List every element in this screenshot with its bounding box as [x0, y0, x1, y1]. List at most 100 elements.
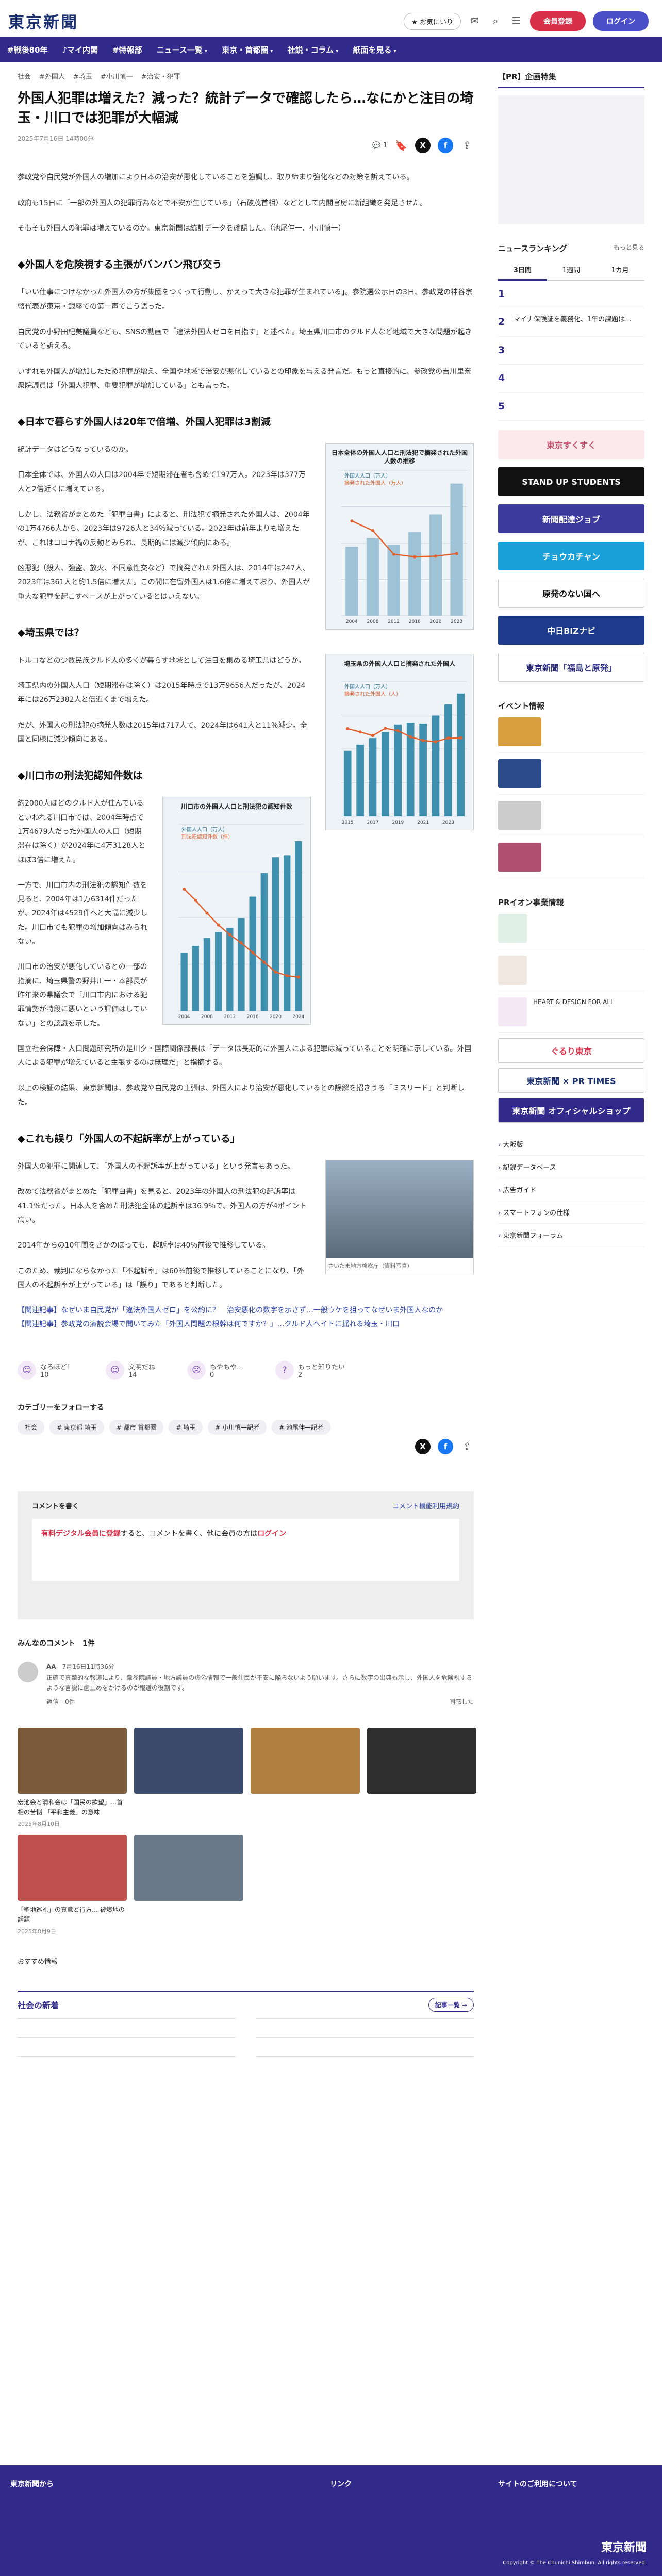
related-link[interactable]: 【関連記事】なぜいま自民党が「違法外国人ゼロ」を公約に？ 治安悪化の数字を示さず… [18, 1304, 474, 1318]
comment-user: AA [46, 1663, 56, 1671]
article-card[interactable] [251, 1727, 360, 1828]
side-link[interactable]: 東京新聞フォーラム [498, 1224, 644, 1247]
tag[interactable]: #治安・犯罪 [141, 71, 180, 81]
side-banner[interactable]: 東京すくすく [498, 430, 644, 460]
event-item[interactable] [498, 711, 644, 753]
small-banner[interactable]: ぐるり東京 [498, 1038, 644, 1063]
event-item[interactable] [498, 753, 644, 795]
side-link[interactable]: 広告ガイド [498, 1178, 644, 1202]
side-banner[interactable]: 東京新聞「福島と原発」 [498, 653, 644, 682]
pr-item[interactable]: HEART & DESIGN FOR ALL [498, 991, 644, 1033]
social-item[interactable] [256, 2056, 474, 2075]
reaction-item[interactable]: ☹ もやもや… 0 [187, 1361, 243, 1380]
category-tags: 社会 # 東京都 埼玉 # 都市 首都圏 # 埼玉 # 小川慎一記者 # 池尾伸… [18, 1420, 474, 1435]
comment-like[interactable]: 同感した [449, 1697, 474, 1707]
ranking-item[interactable]: 1 [498, 281, 644, 309]
ranking-number: 2 [498, 316, 505, 328]
event-list [498, 711, 644, 879]
comment-login-link[interactable]: ログイン [257, 1530, 286, 1538]
comment-terms-link[interactable]: コメント機能利用規約 [392, 1501, 459, 1511]
related-link[interactable]: 【関連記事】参政党の演説会場で聞いてみた「外国人問題の根幹は何ですか？」…クルド… [18, 1318, 474, 1332]
ranking-item[interactable]: 2 マイナ保険証を義務化、1年の課題は… [498, 308, 644, 337]
social-item[interactable] [256, 2017, 474, 2037]
reaction-item[interactable]: ? もっと知りたい 2 [275, 1361, 345, 1380]
ranking-more-link[interactable]: もっと見る [614, 243, 644, 254]
nav-item-paper[interactable]: 紙面を見る [353, 44, 396, 55]
article-card[interactable]: 「聖地巡礼」の真意と行方… 被爆地の話題 2025年8月9日 [18, 1835, 127, 1935]
ranking-item[interactable]: 5 [498, 393, 644, 421]
comment-reply[interactable]: 返信 0件 [46, 1697, 75, 1707]
reaction-item[interactable]: ☺ なるほど！ 10 [18, 1361, 74, 1380]
nav-item-cabinet[interactable]: ♪マイ内閣 [62, 44, 98, 55]
ranking-item[interactable]: 4 [498, 365, 644, 393]
category-tag[interactable]: # 都市 首都圏 [109, 1420, 164, 1435]
nav-item-news[interactable]: ニュース一覧 [157, 44, 208, 55]
avatar [18, 1662, 38, 1683]
menu-icon[interactable]: ☰ [509, 14, 523, 28]
event-item[interactable] [498, 795, 644, 837]
nav-item-column[interactable]: 社説・コラム [288, 44, 339, 55]
tab-1month[interactable]: 1カ月 [595, 260, 645, 281]
category-tag[interactable]: # 池尾伸一記者 [272, 1420, 331, 1435]
category-tag[interactable]: # 埼玉 [169, 1420, 203, 1435]
event-item[interactable] [498, 836, 644, 879]
small-banner[interactable]: 東京新聞 × PR TIMES [498, 1068, 644, 1093]
pr-item[interactable] [498, 908, 644, 950]
category-tag[interactable]: # 小川慎一記者 [208, 1420, 267, 1435]
tab-3days[interactable]: 3日間 [498, 260, 547, 281]
tag[interactable]: #小川慎一 [101, 71, 133, 81]
share-facebook-button[interactable]: f [438, 1439, 453, 1455]
tag[interactable]: #埼玉 [73, 71, 92, 81]
tab-1week[interactable]: 1週間 [547, 260, 596, 281]
article-card[interactable] [367, 1727, 476, 1828]
pr-item[interactable] [498, 949, 644, 992]
comment-count[interactable]: 💬 1 [372, 142, 387, 150]
paragraph: いずれも外国人が増加したため犯罪が増え、全国や地域で治安が悪化しているとの印象を… [18, 367, 472, 390]
side-banner[interactable]: チョウカチャン [498, 542, 644, 571]
favorites-pill[interactable]: ★ お気にいり [404, 12, 461, 30]
article-card[interactable]: 宏池会と清和会は「国民の欲望」…首相の苦悩 「平和主義」の意味 2025年8月10… [18, 1727, 127, 1828]
social-item[interactable] [18, 2017, 236, 2037]
share-icon[interactable]: ⇪ [460, 1440, 474, 1453]
nav-item-postwar[interactable]: #戦後80年 [7, 44, 47, 55]
share-x-button[interactable]: X [415, 138, 431, 154]
site-logo[interactable]: 東京新聞 [8, 9, 78, 32]
side-banner[interactable]: 中日BIZナビ [498, 616, 644, 645]
chart-title: 埼玉県の外国人人口と摘発された外国人 [344, 660, 456, 667]
social-item[interactable] [18, 2056, 236, 2075]
category-tag[interactable]: 社会 [18, 1420, 45, 1435]
nav-item-tokyo[interactable]: 東京・首都圏 [222, 44, 273, 55]
social-item[interactable] [18, 2037, 236, 2056]
login-button[interactable]: ログイン [593, 11, 649, 31]
social-more-button[interactable]: 記事一覧 → [428, 1997, 474, 2012]
side-banner[interactable]: 原発のない国へ [498, 579, 644, 608]
ranking-item[interactable]: 3 [498, 337, 644, 365]
article-card[interactable] [134, 1727, 243, 1828]
chart-bar [429, 514, 442, 616]
reaction-item[interactable]: ☺ 文明だね 14 [106, 1361, 155, 1380]
pr-ad-slot[interactable] [498, 95, 644, 224]
nav-item-special[interactable]: #特報部 [112, 44, 142, 55]
article-card[interactable] [134, 1835, 243, 1935]
tag[interactable]: 社会 [18, 71, 31, 81]
comment-body: AA 7月16日11時36分 正確で真摯的な報道により、衆参院議員・地方議員の虚… [46, 1662, 474, 1707]
side-banner[interactable]: STAND UP STUDENTS [498, 467, 644, 497]
legend-entry: 刑法犯認知件数（件） [181, 833, 233, 840]
bookmark-icon[interactable]: 🔖 [394, 139, 408, 152]
small-banner[interactable]: 東京新聞 オフィシャルショップ [498, 1098, 644, 1123]
share-facebook-button[interactable]: f [438, 138, 453, 154]
side-link[interactable]: スマートフォンの仕様 [498, 1201, 644, 1224]
side-link[interactable]: 記録データベース [498, 1156, 644, 1179]
social-item[interactable] [256, 2037, 474, 2056]
share-x-button[interactable]: X [415, 1439, 431, 1455]
category-tag[interactable]: # 東京都 埼玉 [49, 1420, 104, 1435]
register-link[interactable]: 有料デジタル会員に登録 [41, 1530, 121, 1538]
mail-icon[interactable]: ✉ [468, 14, 482, 28]
side-link[interactable]: 大阪版 [498, 1133, 644, 1156]
share-icon[interactable]: ⇪ [460, 139, 474, 152]
footer-logo[interactable]: 東京新聞 [601, 2538, 647, 2555]
register-button[interactable]: 会員登録 [530, 11, 586, 31]
side-banner[interactable]: 新聞配達ジョブ [498, 504, 644, 534]
tag[interactable]: #外国人 [39, 71, 65, 81]
search-icon[interactable]: ⌕ [489, 14, 502, 28]
